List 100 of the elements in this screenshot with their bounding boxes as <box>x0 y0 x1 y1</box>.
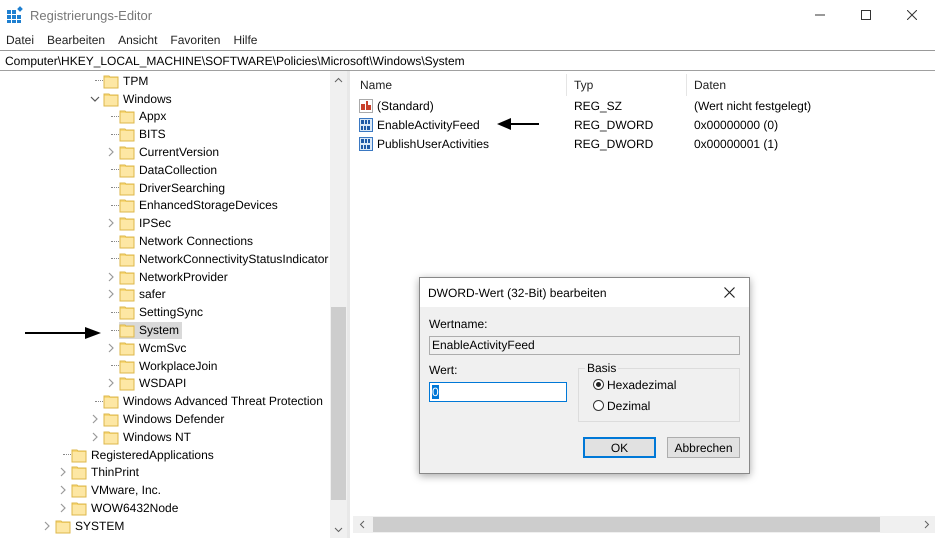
column-header[interactable]: Name <box>353 74 567 96</box>
tree-item[interactable]: Appx <box>119 108 170 125</box>
folder-icon <box>103 411 119 428</box>
menu-item[interactable]: Ansicht <box>118 33 158 47</box>
column-header[interactable]: Typ <box>567 74 687 96</box>
tree-item[interactable]: WOW6432Node <box>71 500 182 517</box>
folder-icon <box>103 72 119 89</box>
binary-value-icon <box>358 116 374 132</box>
tree-item[interactable]: WorkplaceJoin <box>119 357 220 374</box>
value-data: (Wert nicht festgelegt) <box>693 98 812 112</box>
folder-icon <box>71 464 87 480</box>
ok-button[interactable]: OK <box>583 437 656 458</box>
value-type: REG_SZ <box>573 98 624 112</box>
radio-label: Hexadezimal <box>607 378 676 392</box>
folder-icon <box>71 500 87 516</box>
tree-item[interactable]: ThinPrint <box>71 464 142 481</box>
value-name: PublishUserActivities <box>377 136 490 150</box>
tree-item[interactable]: Windows Advanced Threat Protection <box>103 392 326 410</box>
scrollbar-thumb[interactable] <box>373 517 880 532</box>
value-row[interactable]: EnableActivityFeed REG_DWORD 0x00000000 (0) <box>353 115 935 134</box>
value-type: REG_DWORD <box>573 118 654 132</box>
tree-item[interactable]: System <box>119 322 182 339</box>
folder-icon <box>119 162 135 178</box>
tree-item[interactable]: TPM <box>103 72 152 90</box>
tree-item[interactable]: RegisteredApplications <box>71 446 217 464</box>
field-label: Wertname: <box>429 317 488 332</box>
scroll-down-icon[interactable] <box>334 526 343 532</box>
folder-icon <box>119 233 135 250</box>
folder-icon <box>119 250 135 267</box>
tree-item[interactable]: WSDAPI <box>119 374 190 392</box>
menu-item[interactable]: Bearbeiten <box>47 33 106 47</box>
value-row[interactable]: (Standard) REG_SZ (Wert nicht festgelegt) <box>353 96 935 115</box>
folder-icon <box>71 446 87 463</box>
radio-button[interactable] <box>593 400 604 411</box>
scroll-left-icon[interactable] <box>358 520 364 529</box>
dialog-title: DWORD-Wert (32-Bit) bearbeiten <box>428 286 608 300</box>
tree-item[interactable]: Windows <box>103 90 175 108</box>
vertical-scrollbar[interactable] <box>330 71 347 538</box>
arrow-drawing <box>497 118 539 130</box>
folder-icon <box>119 375 135 392</box>
close-icon <box>724 287 734 298</box>
tree-item[interactable]: IPSec <box>119 214 174 232</box>
value-field[interactable]: 0 <box>429 382 567 402</box>
tree-item[interactable]: EnhancedStorageDevices <box>119 196 281 214</box>
tree-item[interactable]: DataCollection <box>119 161 220 178</box>
tree-item[interactable]: VMware, Inc. <box>71 482 164 499</box>
radio-label: Dezimal <box>607 398 650 412</box>
tree-item[interactable]: Windows Defender <box>103 410 228 428</box>
value-data: 0x00000001 (1) <box>693 136 780 150</box>
scrollbar-thumb[interactable] <box>331 306 346 500</box>
cancel-button[interactable]: Abbrechen <box>667 437 740 458</box>
folder-icon <box>71 482 87 498</box>
tree-item[interactable]: DriverSearching <box>119 179 228 196</box>
binary-value-icon <box>358 136 374 152</box>
folder-icon <box>119 108 135 124</box>
tree-item[interactable]: Network Connections <box>119 232 256 250</box>
tree-item[interactable]: WcmSvc <box>119 339 190 356</box>
value-name: EnableActivityFeed <box>377 118 480 132</box>
app-icon <box>6 6 24 24</box>
tree-item[interactable]: CurrentVersion <box>119 144 222 161</box>
menu-item[interactable]: Hilfe <box>233 33 258 47</box>
name-field[interactable]: EnableActivityFeed <box>429 336 740 355</box>
folder-icon <box>119 268 135 285</box>
tree-item[interactable]: SettingSync <box>119 304 206 321</box>
scroll-up-icon[interactable] <box>334 76 343 82</box>
folder-icon <box>119 304 135 320</box>
column-header[interactable]: Daten <box>687 74 935 96</box>
folder-icon <box>119 126 135 142</box>
tree-item[interactable]: SYSTEM <box>55 517 128 534</box>
folder-icon <box>119 358 135 374</box>
tree-item[interactable]: Windows NT <box>103 428 194 446</box>
menu-item[interactable]: Datei <box>6 33 34 47</box>
field-label: Wert: <box>429 363 458 378</box>
folder-icon <box>55 518 71 534</box>
menu-item[interactable]: Favoriten <box>170 33 220 47</box>
window-title: Registrierungs-Editor <box>30 8 154 22</box>
folder-icon <box>119 197 135 214</box>
radio-button[interactable] <box>593 379 604 390</box>
folder-icon <box>119 322 135 338</box>
maximize-icon <box>861 10 871 20</box>
value-row[interactable]: PublishUserActivities REG_DWORD 0x00000001 (1) <box>353 134 935 153</box>
folder-icon <box>119 286 135 302</box>
scroll-right-icon[interactable] <box>924 520 930 529</box>
folder-icon <box>119 215 135 232</box>
folder-icon <box>119 180 135 196</box>
value-data: 0x00000000 (0) <box>693 118 780 132</box>
folder-icon <box>119 144 135 160</box>
group-label: Basis <box>585 361 618 375</box>
address-bar[interactable]: Computer\HKEY_LOCAL_MACHINE\SOFTWARE\Policies\Microsoft\Windows\System <box>0 50 935 70</box>
folder-icon <box>103 393 119 410</box>
folder-icon <box>103 90 119 107</box>
folder-icon <box>103 428 119 445</box>
close-icon <box>907 10 917 20</box>
tree-item[interactable]: safer <box>119 286 169 303</box>
string-value-icon <box>358 98 374 114</box>
tree-item[interactable]: NetworkConnectivityStatusIndicator <box>119 250 330 268</box>
value-name: (Standard) <box>377 98 434 112</box>
tree-item[interactable]: NetworkProvider <box>119 268 231 286</box>
tree-item[interactable]: BITS <box>119 126 169 143</box>
horizontal-scrollbar[interactable] <box>353 516 935 533</box>
